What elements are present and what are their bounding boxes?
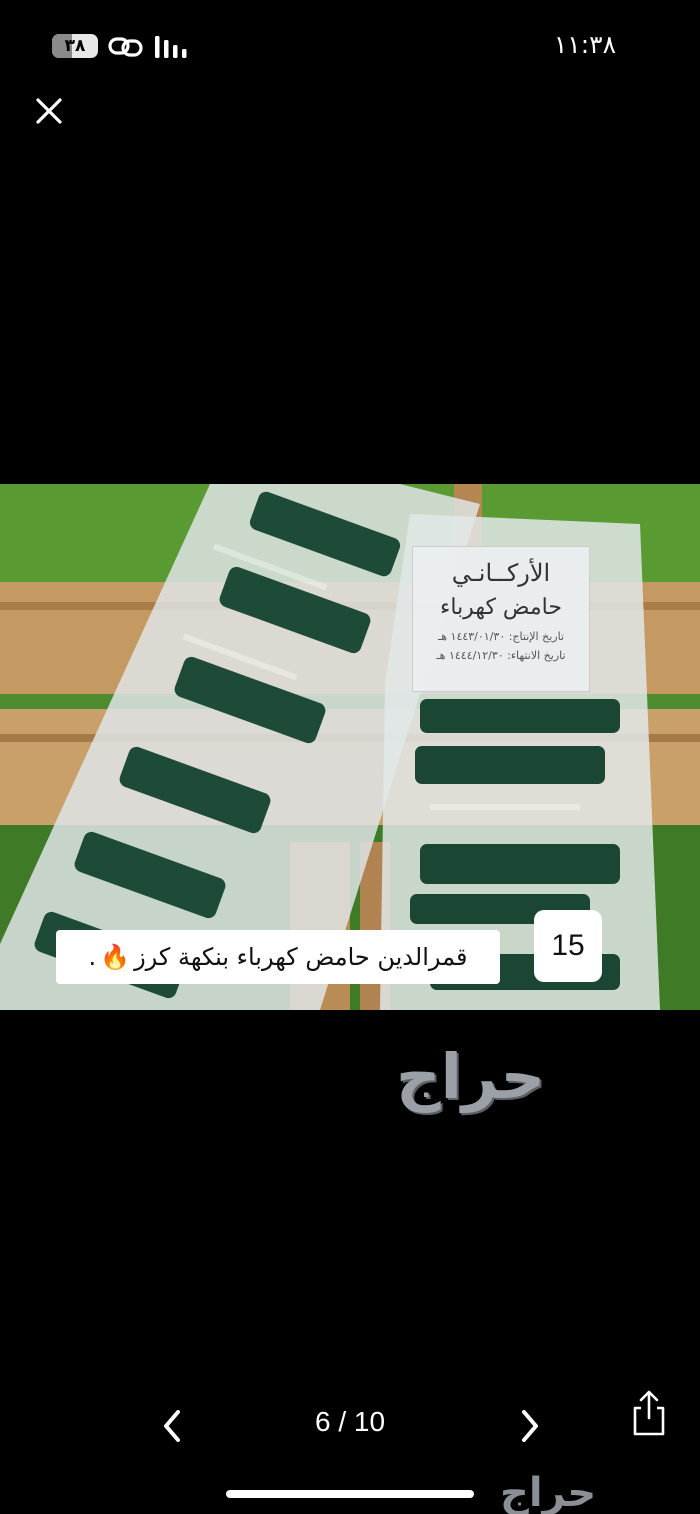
photo-caption: قمرالدين حامض كهرباء بنكهة كرز 🔥 . (56, 930, 500, 984)
clock: ١١:٣٨ (553, 30, 616, 59)
item-number-badge: 15 (534, 910, 602, 982)
corner-watermark: حراج (500, 1470, 597, 1514)
image-viewer-screen: ٣٨ ١١:٣٨ الأركــانـي حامض كهرباء تاريخ ا… (0, 0, 700, 1514)
caption-suffix: . (88, 943, 97, 971)
fire-icon: 🔥 (100, 943, 131, 971)
battery-icon: ٣٨ (52, 34, 98, 58)
caption-text: قمرالدين حامض كهرباء بنكهة كرز (134, 943, 468, 971)
link-icon (108, 37, 143, 57)
label-date-2: تاريخ الانتهاء: ١٤٤٤/١٢/٣٠ هـ (436, 649, 566, 662)
share-icon[interactable] (628, 1388, 670, 1438)
chevron-left-icon[interactable] (156, 1406, 190, 1446)
status-bar: ٣٨ ١١:٣٨ (0, 0, 700, 92)
battery-level: ٣٨ (64, 36, 86, 56)
listing-photo[interactable]: الأركــانـي حامض كهرباء تاريخ الإنتاج: ١… (0, 484, 700, 1010)
viewer-controls: 6 / 10 (0, 1380, 700, 1470)
home-indicator[interactable] (226, 1490, 474, 1498)
product-label: الأركــانـي حامض كهرباء تاريخ الإنتاج: ١… (412, 546, 590, 692)
close-icon[interactable] (34, 96, 64, 126)
chevron-right-icon[interactable] (512, 1406, 546, 1446)
label-type: حامض كهرباء (440, 595, 562, 620)
page-counter: 6 / 10 (314, 1406, 386, 1437)
label-brand: الأركــانـي (451, 559, 551, 587)
haraj-watermark: حراج (396, 1040, 547, 1113)
label-date-1: تاريخ الإنتاج: ١٤٤٣/٠١/٣٠ هـ (438, 630, 564, 643)
signal-icon (155, 36, 187, 58)
